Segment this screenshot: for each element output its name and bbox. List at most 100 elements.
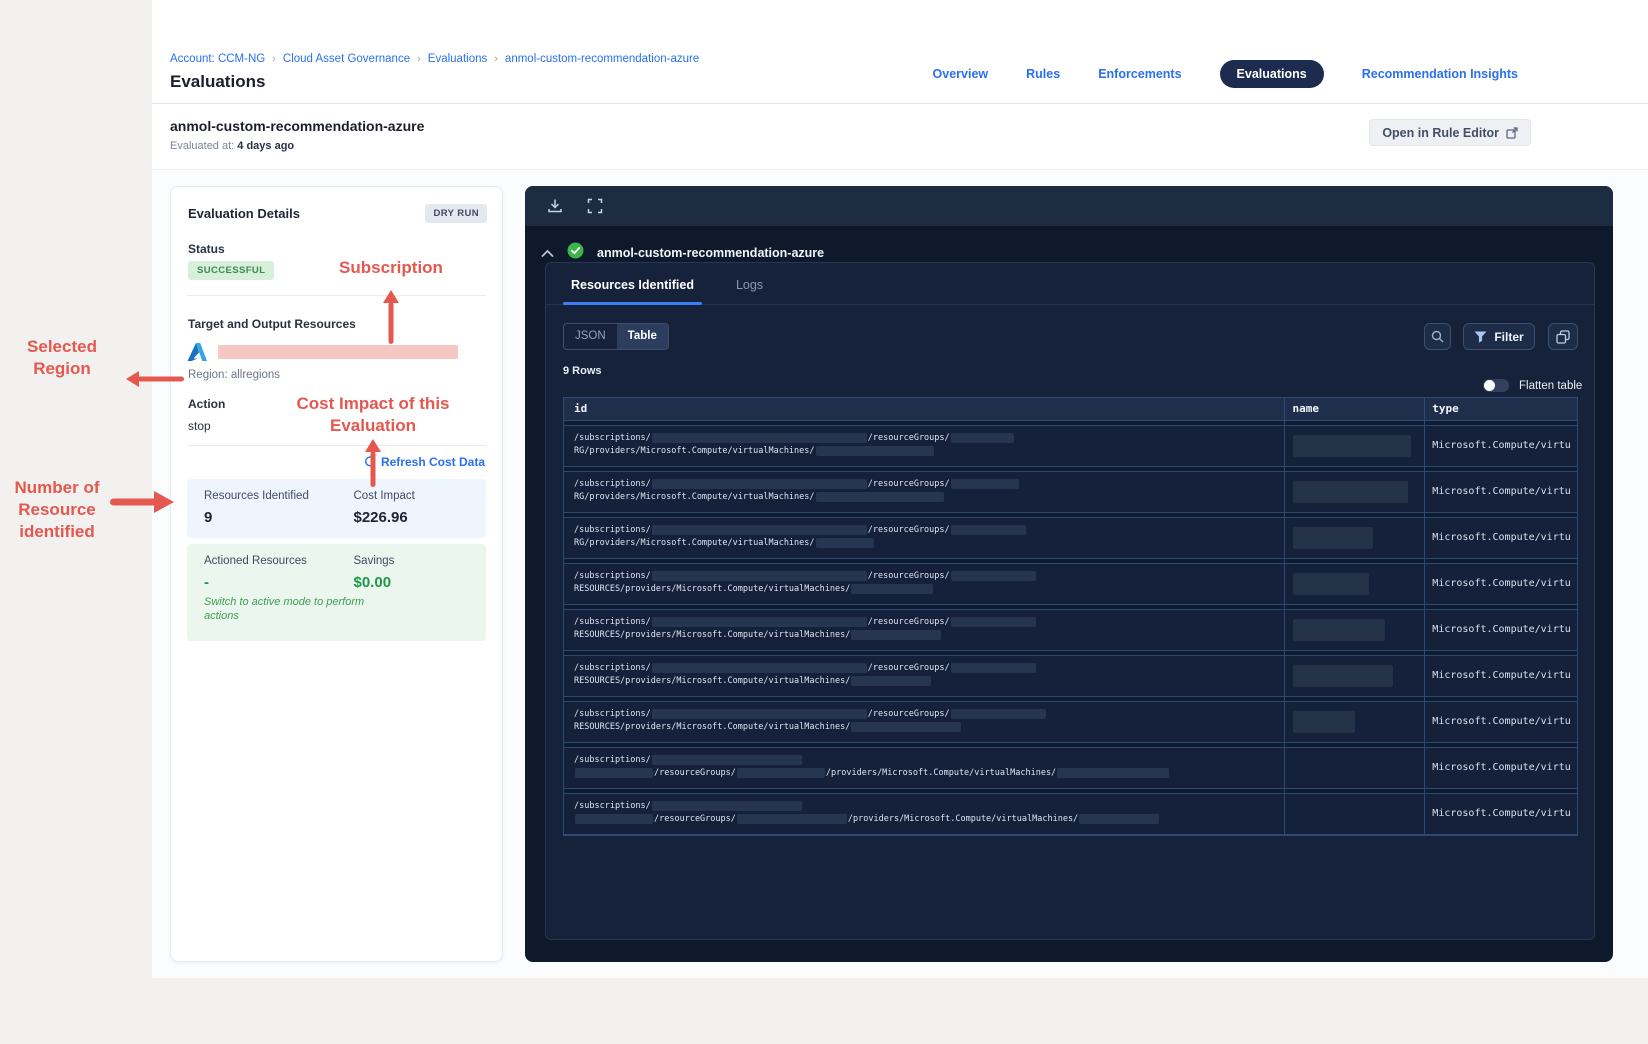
redacted-name [1292, 665, 1393, 687]
redacted-name [1292, 527, 1373, 549]
redacted-value [950, 662, 1036, 673]
evaluation-details-panel: Evaluation Details DRY RUN Status SUCCES… [170, 186, 503, 962]
nav-item-recommendation-insights[interactable]: Recommendation Insights [1362, 67, 1518, 81]
breadcrumb-link[interactable]: Account: CCM-NG [170, 53, 265, 65]
success-check-icon [567, 242, 584, 264]
cell-id: /subscriptions/ /resourceGroups/RG/provid… [564, 472, 1283, 512]
redacted-value [651, 432, 867, 443]
redacted-value [950, 570, 1036, 581]
top-header: Account: CCM-NG › Cloud Asset Governance › E… [152, 0, 1648, 104]
breadcrumb-link[interactable]: anmol-custom-recommendation-azure [505, 53, 699, 65]
table-row: /subscriptions/ /resourceGroups/RESOURCES… [564, 655, 1577, 697]
redacted-value [651, 478, 867, 489]
id-text: /resourceGroups/ [867, 617, 950, 627]
divider [187, 445, 486, 446]
divider [187, 295, 486, 296]
redacted-value [651, 708, 867, 719]
column-header-type: type [1432, 402, 1459, 415]
resources-identified-value: 9 [204, 509, 213, 526]
id-text: /resourceGroups/ [867, 709, 950, 719]
nav-item-rules[interactable]: Rules [1026, 67, 1060, 81]
view-mode-table[interactable]: Table [616, 324, 668, 349]
annotation-subscription: Subscription [339, 258, 443, 277]
table-row: /subscriptions/ /resourceGroups/RG/provid… [564, 471, 1577, 513]
table-row: /subscriptions/ /resourceGroups/RG/provid… [564, 517, 1577, 559]
redacted-value [950, 524, 1026, 535]
download-icon[interactable] [547, 198, 563, 214]
view-mode-json[interactable]: JSON [564, 324, 617, 349]
target-resources-label: Target and Output Resources [188, 317, 356, 331]
column-header-name: name [1292, 402, 1320, 415]
cost-impact-label: Cost Impact [353, 490, 415, 502]
cell-id: /subscriptions/ /resourceGroups/RG/provid… [564, 426, 1283, 466]
redacted-value [575, 767, 653, 778]
annotation-arrow-cost-impact [365, 439, 381, 487]
cell-type: Microsoft.Compute/virtu [1432, 808, 1571, 819]
nav-item-overview[interactable]: Overview [933, 67, 989, 81]
copy-button[interactable] [1548, 323, 1578, 350]
dry-run-badge: DRY RUN [425, 204, 487, 223]
id-text: /subscriptions/ [574, 709, 651, 719]
annotation-resources-count: Number of Resource identified [14, 478, 100, 541]
id-text: /subscriptions/ [574, 663, 651, 673]
cell-id: /subscriptions/ /resourceGroups/RESOURCES… [564, 564, 1283, 604]
id-text: /resourceGroups/ [867, 433, 950, 443]
cell-type: Microsoft.Compute/virtu [1432, 532, 1571, 543]
cell-name [1283, 748, 1423, 788]
column-divider [1284, 398, 1285, 835]
flatten-table-toggle[interactable]: Flatten table [1483, 379, 1582, 392]
resources-table: id name type /subscriptions//resourceGroup… [563, 397, 1578, 836]
cell-type: Microsoft.Compute/virtu [1432, 440, 1571, 451]
chevron-up-icon[interactable] [541, 249, 554, 258]
filter-label: Filter [1494, 329, 1524, 344]
annotation-arrow-subscription [383, 290, 399, 344]
id-text: /resourceGroups/ [867, 479, 950, 489]
cell-type: Microsoft.Compute/virtu [1432, 716, 1571, 727]
id-text: RG/providers/Microsoft.Compute/virtualMa… [574, 492, 815, 502]
open-rule-editor-button[interactable]: Open in Rule Editor [1369, 119, 1531, 146]
redacted-value [651, 570, 867, 581]
azure-icon [187, 343, 207, 361]
cell-type: Microsoft.Compute/virtu [1432, 486, 1571, 497]
table-row: /subscriptions//resourceGroups/ /provider… [564, 793, 1577, 835]
breadcrumb-separator: › [417, 53, 421, 65]
cell-name [1283, 702, 1423, 742]
redacted-value [651, 616, 867, 627]
annotation-selected-region: Selected Region [27, 337, 97, 378]
nav-item-enforcements[interactable]: Enforcements [1098, 67, 1181, 81]
search-icon [1431, 330, 1444, 343]
fullscreen-icon[interactable] [587, 198, 603, 214]
status-label: Status [188, 242, 225, 256]
tab-resources-identified[interactable]: Resources Identified [563, 278, 702, 305]
rows-count: 9 Rows [563, 365, 602, 377]
filter-button[interactable]: Filter [1463, 323, 1535, 350]
breadcrumb-separator: › [494, 53, 498, 65]
search-button[interactable] [1424, 323, 1451, 350]
cell-name [1283, 610, 1423, 650]
nav-item-evaluations[interactable]: Evaluations [1219, 60, 1324, 88]
top-nav: Overview Rules Enforcements Evaluations Reco… [933, 60, 1518, 88]
breadcrumb-link[interactable]: Evaluations [428, 53, 487, 65]
id-text: /subscriptions/ [574, 617, 651, 627]
breadcrumb-link[interactable]: Cloud Asset Governance [283, 53, 410, 65]
redacted-name [1292, 435, 1411, 457]
redacted-name [1292, 481, 1408, 503]
evaluation-name: anmol-custom-recommendation-azure [170, 118, 425, 134]
redacted-value [950, 616, 1036, 627]
id-text: /subscriptions/ [574, 571, 651, 581]
redacted-value [651, 800, 802, 811]
redacted-name [1292, 711, 1355, 733]
id-text: /resourceGroups/ [654, 814, 736, 824]
evaluated-at-value: 4 days ago [237, 140, 295, 152]
toggle-switch [1483, 379, 1509, 392]
action-label: Action [188, 397, 226, 411]
redacted-value [736, 813, 847, 824]
breadcrumb: Account: CCM-NG › Cloud Asset Governance › E… [170, 53, 699, 65]
resources-metric-box: Resources Identified 9 Cost Impact $226.… [187, 479, 486, 538]
cell-name [1283, 518, 1423, 558]
tab-logs[interactable]: Logs [728, 278, 771, 304]
table-header: id name type [564, 398, 1577, 421]
cell-type: Microsoft.Compute/virtu [1432, 578, 1571, 589]
savings-value: $0.00 [353, 574, 392, 591]
redacted-value [651, 524, 867, 535]
